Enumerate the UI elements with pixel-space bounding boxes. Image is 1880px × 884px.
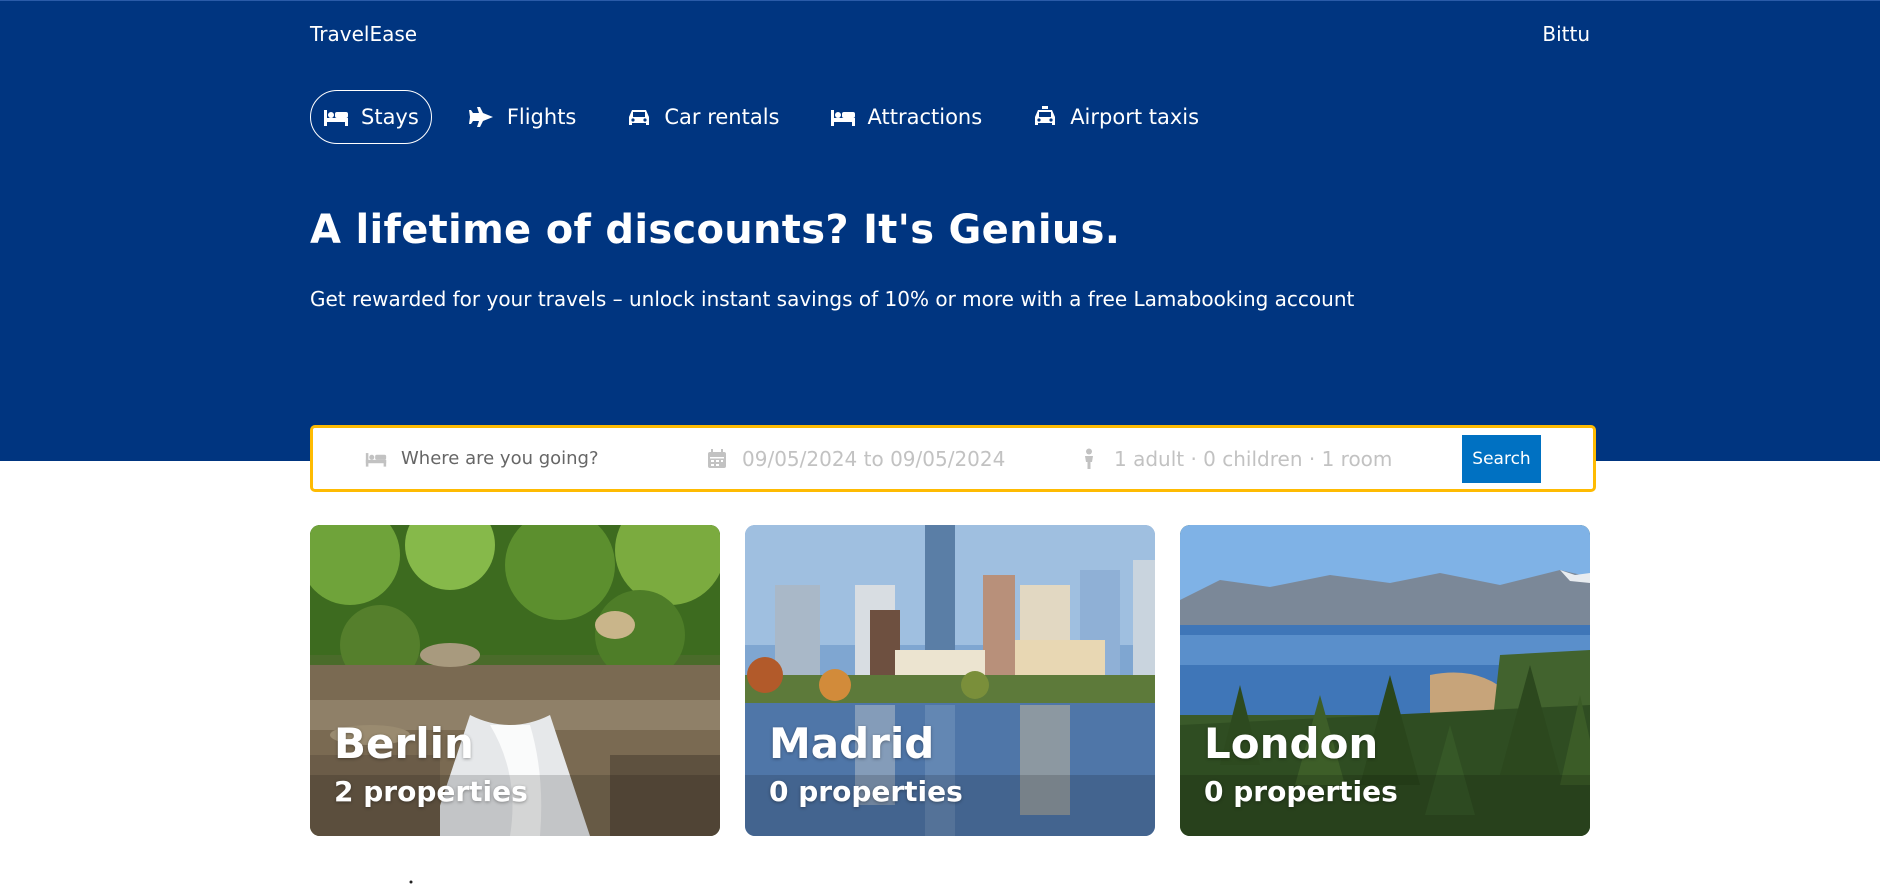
hero-subtitle: Get rewarded for your travels – unlock i… xyxy=(310,287,1355,311)
main-nav: Stays Flights Car rentals Attractions Ai… xyxy=(310,90,1236,144)
nav-label-attractions: Attractions xyxy=(867,105,983,129)
user-name[interactable]: Bittu xyxy=(1542,22,1590,46)
guests-text: 1 adult · 0 children · 1 room xyxy=(1114,446,1393,471)
person-icon xyxy=(1078,448,1100,470)
guests-field[interactable]: 1 adult · 0 children · 1 room xyxy=(1078,428,1392,489)
plane-icon xyxy=(468,106,495,128)
destination-field[interactable] xyxy=(365,428,621,489)
featured-cities: Berlin 2 properties Madrid 0 properties … xyxy=(310,525,1590,836)
nav-label-stays: Stays xyxy=(361,105,419,129)
nav-item-stays[interactable]: Stays xyxy=(310,90,432,144)
city-card-london[interactable]: London 0 properties xyxy=(1180,525,1590,836)
bed-icon xyxy=(323,106,349,128)
bed-icon xyxy=(830,106,856,128)
nav-label-car-rentals: Car rentals xyxy=(664,105,780,129)
hero-banner: TravelEase Bittu Stays Flights Car renta… xyxy=(0,0,1880,461)
bed-icon xyxy=(365,448,387,470)
city-name: London xyxy=(1204,719,1379,768)
nav-label-airport-taxis: Airport taxis xyxy=(1070,105,1200,129)
destination-input[interactable] xyxy=(401,448,621,469)
city-card-madrid[interactable]: Madrid 0 properties xyxy=(745,525,1155,836)
property-count: 0 properties xyxy=(1204,775,1398,808)
brand-logo[interactable]: TravelEase xyxy=(310,22,417,46)
nav-item-flights[interactable]: Flights xyxy=(456,90,590,144)
calendar-icon xyxy=(706,448,728,470)
search-button[interactable]: Search xyxy=(1462,435,1541,483)
taxi-icon xyxy=(1032,106,1058,128)
city-name: Berlin xyxy=(334,719,474,768)
next-section-peek xyxy=(310,870,430,884)
date-range-text: 09/05/2024 to 09/05/2024 xyxy=(742,446,1006,471)
nav-label-flights: Flights xyxy=(506,105,577,129)
nav-item-attractions[interactable]: Attractions xyxy=(817,90,996,144)
hero-title: A lifetime of discounts? It's Genius. xyxy=(310,207,1121,253)
nav-item-airport-taxis[interactable]: Airport taxis xyxy=(1019,90,1212,144)
property-count: 2 properties xyxy=(334,775,528,808)
date-field[interactable]: 09/05/2024 to 09/05/2024 xyxy=(706,428,1005,489)
car-icon xyxy=(626,106,652,128)
city-name: Madrid xyxy=(769,719,935,768)
search-bar: 09/05/2024 to 09/05/2024 1 adult · 0 chi… xyxy=(310,425,1596,492)
city-card-berlin[interactable]: Berlin 2 properties xyxy=(310,525,720,836)
nav-item-car-rentals[interactable]: Car rentals xyxy=(613,90,792,144)
property-count: 0 properties xyxy=(769,775,963,808)
